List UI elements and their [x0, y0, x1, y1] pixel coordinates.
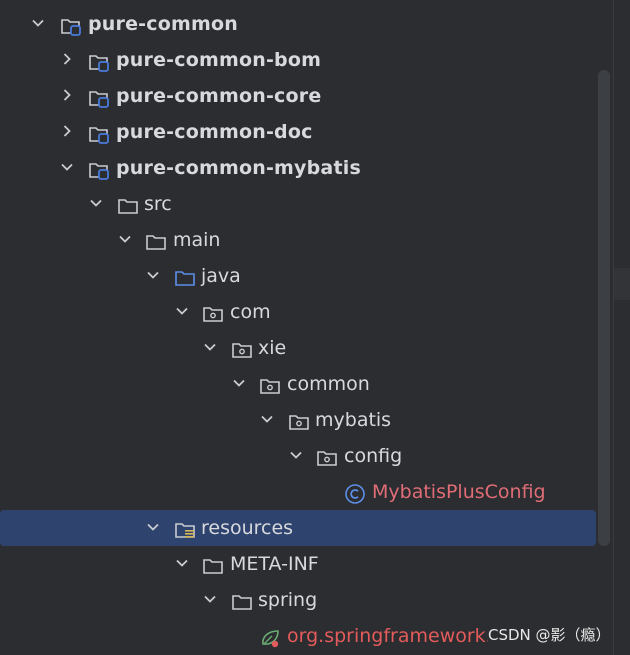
tree-item-label: META-INF — [230, 553, 319, 575]
tree-item-label: pure-common-doc — [116, 121, 313, 143]
chevron-right-icon[interactable] — [59, 42, 75, 78]
tree-row-pure-common-bom[interactable]: pure-common-bom — [0, 42, 596, 78]
chevron-down-icon[interactable] — [59, 150, 75, 186]
tree-row-pure-common[interactable]: pure-common — [0, 6, 596, 42]
tree-item-label: mybatis — [315, 409, 392, 431]
tree-row-resources[interactable]: resources — [0, 510, 596, 546]
tree-row-pure-common-doc[interactable]: pure-common-doc — [0, 114, 596, 150]
project-tree: pure-common pure-common-bom pure-common-… — [0, 6, 596, 655]
tree-item-label: src — [144, 193, 172, 215]
chevron-down-icon[interactable] — [231, 366, 247, 402]
tree-row-common[interactable]: common — [0, 366, 596, 402]
tree-item-label: MybatisPlusConfig — [372, 481, 546, 503]
tree-item-label: com — [230, 301, 271, 323]
tree-row-pure-common-core[interactable]: pure-common-core — [0, 78, 596, 114]
module-folder-icon — [88, 85, 110, 108]
chevron-right-icon[interactable] — [59, 114, 75, 150]
tree-item-label: pure-common — [88, 13, 238, 35]
module-folder-icon — [88, 121, 110, 144]
tree-item-label: resources — [201, 517, 294, 539]
tree-row-com[interactable]: com — [0, 294, 596, 330]
folder-icon — [202, 553, 224, 575]
tree-row-meta-inf[interactable]: META-INF — [0, 546, 596, 582]
folder-icon — [117, 193, 139, 215]
source-folder-icon — [174, 265, 196, 287]
tree-item-label: org.springframework.boot.autoconfigure.A… — [287, 625, 488, 647]
tree-item-label: pure-common-core — [116, 85, 322, 107]
tree-item-label: spring — [258, 589, 318, 611]
tree-item-label: xie — [258, 337, 287, 359]
resources-folder-icon — [174, 517, 196, 539]
chevron-down-icon[interactable] — [174, 546, 190, 582]
package-icon — [259, 373, 281, 395]
chevron-down-icon[interactable] — [202, 330, 218, 366]
tree-item-label: config — [344, 445, 403, 467]
chevron-right-icon[interactable] — [59, 78, 75, 114]
tree-item-label: pure-common-mybatis — [116, 157, 361, 179]
chevron-down-icon[interactable] — [202, 582, 218, 618]
tree-item-label: common — [287, 373, 370, 395]
vertical-scrollbar[interactable] — [598, 70, 610, 546]
folder-icon — [145, 229, 167, 251]
spring-leaf-icon — [259, 625, 281, 648]
package-icon — [202, 301, 224, 323]
tree-item-label: java — [201, 265, 241, 287]
tree-row-src[interactable]: src — [0, 186, 596, 222]
tree-row-spring[interactable]: spring — [0, 582, 596, 618]
tree-row-java[interactable]: java — [0, 258, 596, 294]
tree-row-mybatisplusconfig[interactable]: MybatisPlusConfig — [0, 474, 596, 510]
chevron-down-icon[interactable] — [117, 222, 133, 258]
tree-row-config[interactable]: config — [0, 438, 596, 474]
tree-item-label: main — [173, 229, 221, 251]
module-folder-icon — [88, 49, 110, 72]
module-folder-icon — [60, 13, 82, 36]
chevron-down-icon[interactable] — [145, 258, 161, 294]
chevron-down-icon[interactable] — [174, 294, 190, 330]
chevron-down-icon[interactable] — [30, 6, 46, 42]
side-panel-handle[interactable] — [614, 268, 630, 300]
package-icon — [288, 409, 310, 431]
folder-icon — [231, 589, 253, 611]
tree-row-pure-common-mybatis[interactable]: pure-common-mybatis — [0, 150, 596, 186]
chevron-down-icon[interactable] — [88, 186, 104, 222]
panel-divider — [613, 0, 614, 655]
class-icon — [344, 481, 366, 504]
chevron-down-icon[interactable] — [288, 438, 304, 474]
chevron-down-icon[interactable] — [145, 510, 161, 546]
tree-row-main[interactable]: main — [0, 222, 596, 258]
package-icon — [231, 337, 253, 359]
tree-row-mybatis[interactable]: mybatis — [0, 402, 596, 438]
watermark: CSDN @影（瘾） — [488, 626, 611, 644]
tree-row-autoconfiguration-imports[interactable]: org.springframework.boot.autoconfigure.A… — [0, 618, 488, 654]
chevron-down-icon[interactable] — [259, 402, 275, 438]
package-icon — [316, 445, 338, 467]
tree-item-label: pure-common-bom — [116, 49, 322, 71]
tree-row-xie[interactable]: xie — [0, 330, 596, 366]
module-folder-icon — [88, 157, 110, 180]
